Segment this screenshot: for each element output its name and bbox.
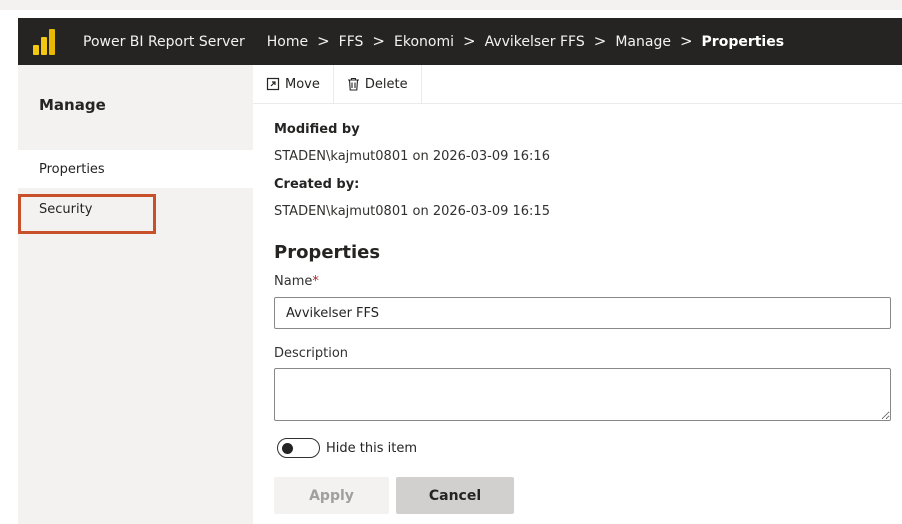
app-title[interactable]: Power BI Report Server xyxy=(83,34,245,50)
required-marker: * xyxy=(312,274,319,289)
breadcrumb-avvikelser-ffs[interactable]: Avvikelser FFS xyxy=(485,34,585,50)
hide-item-toggle[interactable] xyxy=(277,438,320,458)
top-navigation-bar: Power BI Report Server Home > FFS > Ekon… xyxy=(18,18,902,65)
sidebar-item-properties[interactable]: Properties xyxy=(18,150,253,188)
modified-by-label: Modified by xyxy=(274,122,360,137)
sidebar-title: Manage xyxy=(39,96,106,114)
manage-sidebar: Manage Properties Security xyxy=(18,65,253,524)
name-field-label: Name* xyxy=(274,274,319,289)
delete-button[interactable]: Delete xyxy=(334,64,422,104)
move-icon xyxy=(266,77,280,91)
name-label-text: Name xyxy=(274,274,313,289)
breadcrumb-manage[interactable]: Manage xyxy=(615,34,671,50)
breadcrumb-ffs[interactable]: FFS xyxy=(339,34,364,50)
move-label: Move xyxy=(285,76,320,92)
chevron-right-icon: > xyxy=(317,32,330,50)
hide-item-row: Hide this item xyxy=(277,438,417,458)
power-bi-logo-icon[interactable] xyxy=(33,28,55,55)
trash-icon xyxy=(347,77,359,91)
apply-button[interactable]: Apply xyxy=(274,477,389,514)
cancel-button[interactable]: Cancel xyxy=(396,477,514,514)
toggle-knob xyxy=(282,443,293,454)
chevron-right-icon: > xyxy=(679,32,693,50)
breadcrumb-home[interactable]: Home xyxy=(267,34,308,50)
breadcrumb-current-page: Properties xyxy=(701,33,785,50)
modified-by-value: STADEN\kajmut0801 on 2026-03-09 16:16 xyxy=(274,149,550,164)
toolbar: Move Delete xyxy=(253,64,902,104)
security-highlight-box xyxy=(18,194,156,234)
delete-label: Delete xyxy=(364,76,408,92)
chevron-right-icon: > xyxy=(462,32,476,50)
window-top-strip xyxy=(0,0,902,10)
breadcrumb-ekonomi[interactable]: Ekonomi xyxy=(394,34,454,50)
created-by-value: STADEN\kajmut0801 on 2026-03-09 16:15 xyxy=(274,204,550,219)
properties-heading: Properties xyxy=(274,242,381,263)
chevron-right-icon: > xyxy=(372,32,385,50)
hide-item-label: Hide this item xyxy=(326,440,417,456)
created-by-label: Created by: xyxy=(274,177,360,192)
description-field-label: Description xyxy=(274,346,349,361)
name-input[interactable] xyxy=(274,297,891,329)
sidebar-item-label: Properties xyxy=(39,161,105,177)
breadcrumb: Home > FFS > Ekonomi > Avvikelser FFS > … xyxy=(267,34,784,50)
move-button[interactable]: Move xyxy=(253,64,334,104)
description-textarea[interactable] xyxy=(274,368,891,421)
chevron-right-icon: > xyxy=(593,32,607,50)
